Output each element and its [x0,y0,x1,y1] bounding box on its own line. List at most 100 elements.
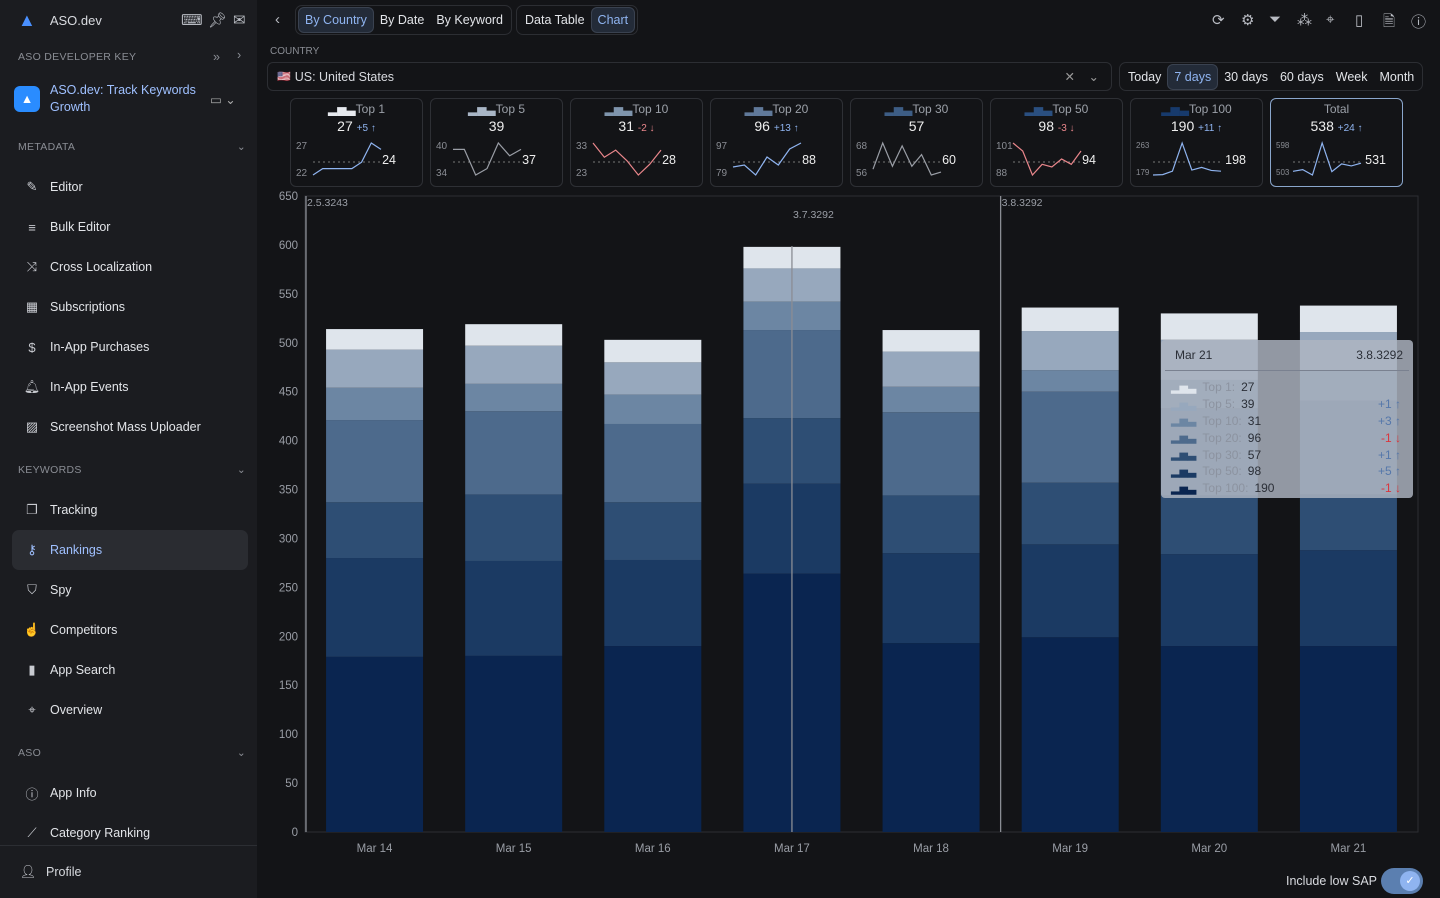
bar-chart-icon: ▂▅▃ [1171,415,1197,428]
bar-segment-top-1 [1021,307,1119,332]
bar-segment-top-1 [1160,313,1258,340]
bar-segment-top-100 [882,643,980,832]
y-tick-label: 200 [279,631,298,643]
bar-segment-top-20 [1021,391,1119,483]
y-tick-label: 600 [279,240,298,252]
tooltip-value: 96 [1247,430,1262,445]
bar-segment-top-30 [326,502,424,559]
tooltip-version: 3.8.3292 [1356,348,1403,362]
bar-segment-top-100 [326,656,424,832]
bar-segment-top-50 [882,553,980,644]
bar-segment-top-30 [1021,482,1119,545]
y-tick-label: 100 [279,729,298,741]
bar-segment-top-20 [882,412,980,496]
tooltip-row: ▂▅▃ Top 30: 57 +1 ↑ [1171,446,1401,463]
bar-segment-top-100 [1021,637,1119,832]
tooltip-row: ▂▅▃ Top 20: 96 -1 ↓ [1171,429,1401,446]
tooltip-value: 39 [1241,397,1255,412]
tooltip-row: ▂▅▃ Top 50: 98 +5 ↑ [1171,463,1401,480]
tooltip-label: Top 20: [1202,430,1242,445]
tooltip-delta: +1 ↑ [1377,397,1401,412]
tooltip-row: ▂▅▃ Top 100: 190 -1 ↓ [1171,480,1401,497]
y-tick-label: 50 [285,778,298,790]
bar-chart-icon: ▂▅▃ [1171,465,1197,478]
tooltip-row: ▂▅▃ Top 10: 31 +3 ↑ [1171,413,1401,430]
tooltip-label: Top 1: [1202,380,1236,395]
y-tick-label: 650 [279,191,298,203]
bar-segment-top-100 [604,646,702,832]
x-tick-label: Mar 15 [496,843,532,855]
version-marker-label: 2.5.3243 [307,197,348,209]
tooltip-row: ▂▅▃ Top 1: 27 [1171,379,1401,396]
bar-segment-top-1 [465,324,563,346]
tooltip-value: 27 [1241,380,1255,395]
bar-chart-icon: ▂▅▃ [1171,449,1197,462]
tooltip-label: Top 100: [1202,481,1249,496]
tooltip-value: 190 [1254,481,1275,496]
tooltip-delta: +5 ↑ [1377,464,1401,479]
bar-segment-top-20 [604,423,702,503]
bar-segment-top-30 [882,495,980,554]
bar-segment-top-30 [1299,494,1397,551]
bar-segment-top-20 [326,420,424,503]
y-tick-label: 250 [279,582,298,594]
bar-segment-top-5 [882,351,980,387]
tooltip-value: 31 [1247,413,1262,428]
y-tick-label: 450 [279,387,298,399]
bar-segment-top-100 [1299,646,1397,832]
x-tick-label: Mar 17 [774,843,810,855]
bar-chart-icon: ▂▅▃ [1171,381,1197,394]
tooltip-value: 57 [1247,447,1262,462]
bar-chart-icon: ▂▅▃ [1171,432,1197,445]
check-icon: ✓ [1400,871,1420,891]
bar-segment-top-5 [465,345,563,384]
bar-segment-top-50 [465,560,563,656]
version-marker-label: 3.7.3292 [793,209,834,221]
x-tick-label: Mar 14 [357,843,393,855]
x-tick-label: Mar 21 [1331,843,1367,855]
tooltip-delta: -1 ↓ [1380,430,1401,445]
bar-segment-top-50 [604,559,702,647]
x-tick-label: Mar 19 [1052,843,1088,855]
bar-segment-top-1 [604,339,702,363]
bar-segment-top-1 [326,329,424,350]
bar-segment-top-100 [465,655,563,832]
x-tick-label: Mar 18 [913,843,949,855]
tooltip-label: Top 30: [1202,447,1242,462]
y-tick-label: 550 [279,289,298,301]
bar-chart-icon: ▂▅▃ [1171,398,1197,411]
x-tick-label: Mar 16 [635,843,671,855]
tooltip-label: Top 50: [1202,464,1242,479]
bar-segment-top-5 [326,349,424,388]
bar-segment-top-10 [1021,370,1119,392]
x-tick-label: Mar 20 [1191,843,1227,855]
tooltip-label: Top 10: [1202,413,1242,428]
tooltip-delta: -1 ↓ [1380,481,1401,496]
low-sap-toggle[interactable]: ✓ [1381,868,1423,894]
y-tick-label: 300 [279,533,298,545]
bar-segment-top-1 [882,330,980,352]
bar-segment-top-50 [1299,550,1397,647]
y-tick-label: 350 [279,485,298,497]
bar-segment-top-50 [1160,554,1258,647]
y-tick-label: 0 [292,827,298,839]
tooltip-date: Mar 21 [1175,348,1213,362]
bar-segment-top-100 [1160,646,1258,832]
bar-segment-top-10 [604,394,702,424]
y-tick-label: 500 [279,338,298,350]
bar-chart-icon: ▂▅▃ [1171,482,1197,495]
bar-segment-top-30 [465,494,563,561]
bar-segment-top-20 [465,411,563,495]
bar-segment-top-10 [326,387,424,421]
bar-segment-top-30 [1160,495,1258,555]
tooltip-value: 98 [1247,464,1262,479]
tooltip-delta: +3 ↑ [1377,413,1401,428]
bar-segment-top-5 [604,362,702,395]
bar-segment-top-10 [465,383,563,412]
bar-segment-top-10 [882,386,980,413]
bar-segment-top-1 [1299,305,1397,333]
tooltip-row: ▂▅▃ Top 5: 39 +1 ↑ [1171,396,1401,413]
bar-segment-top-50 [326,558,424,657]
version-marker-label: 3.8.3292 [1002,197,1043,209]
bar-segment-top-30 [604,502,702,560]
